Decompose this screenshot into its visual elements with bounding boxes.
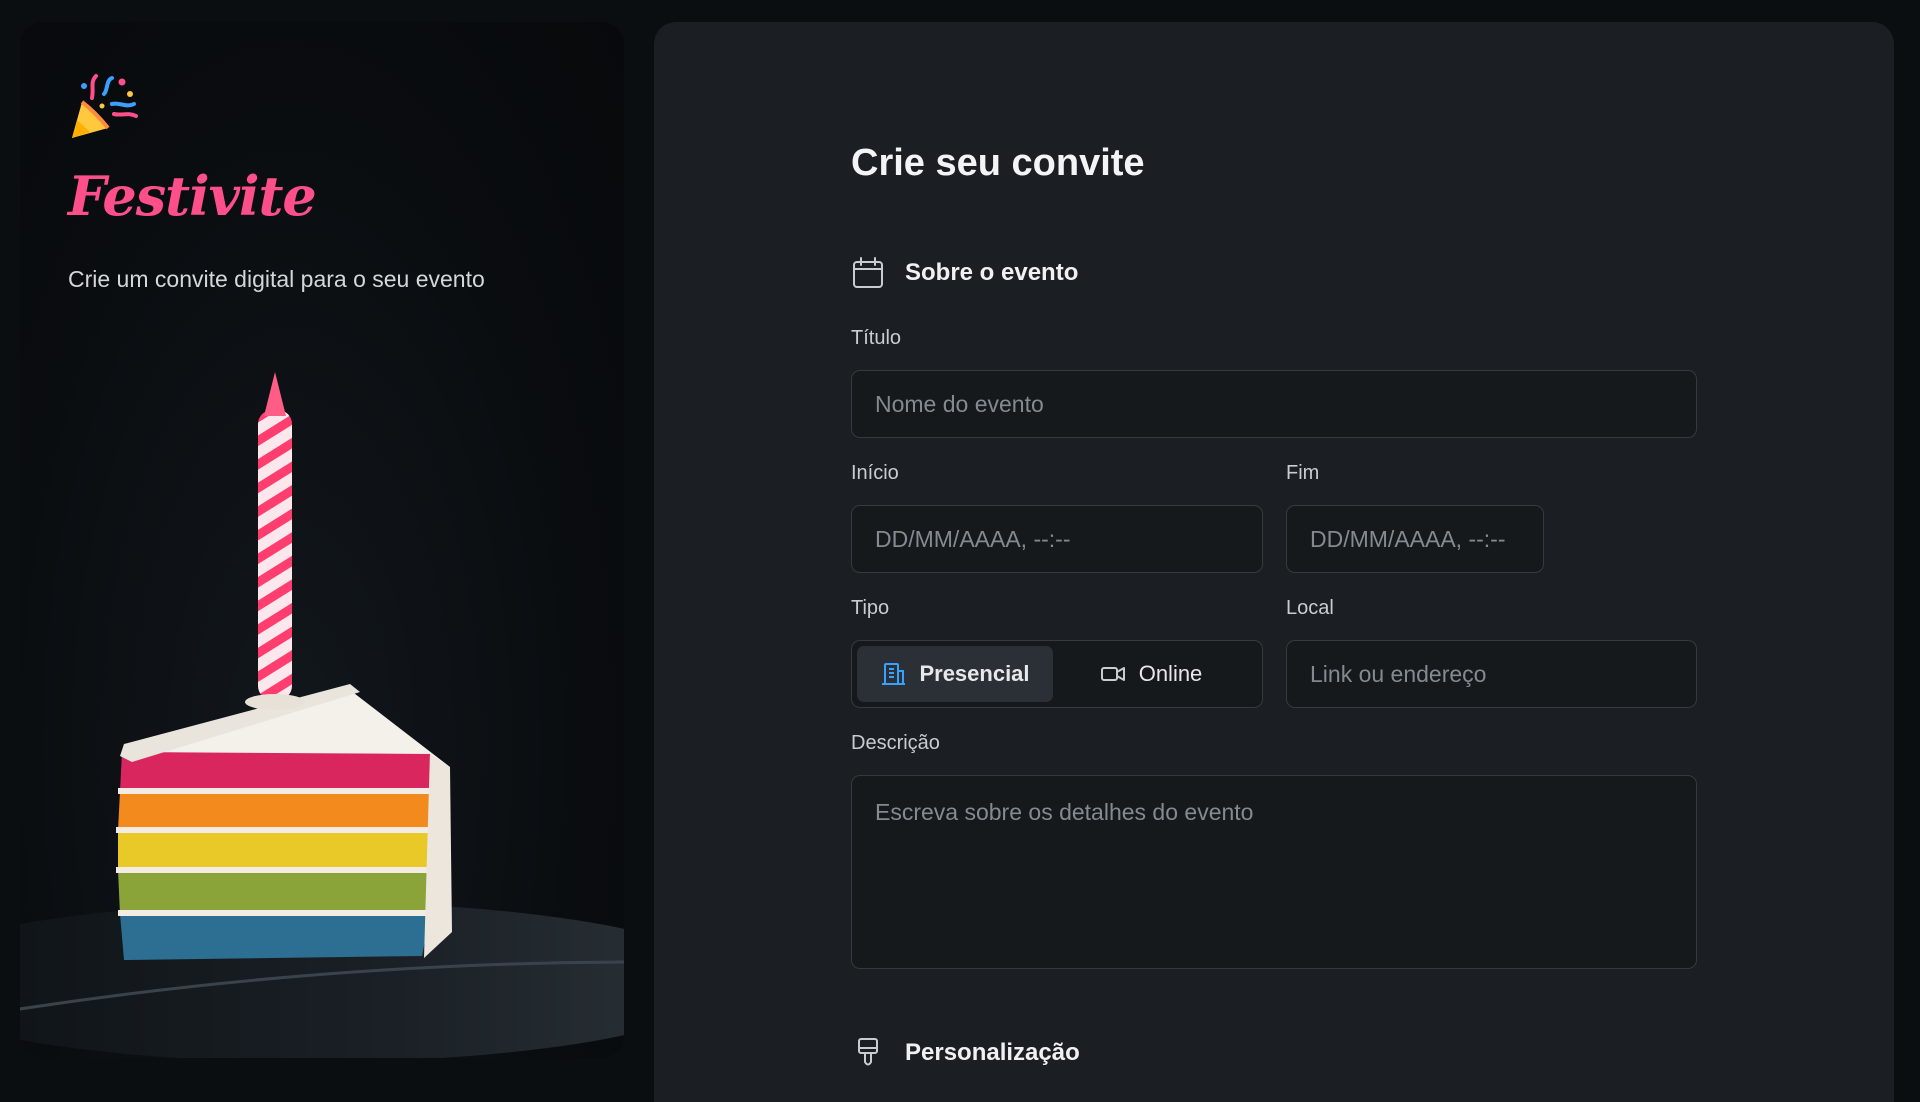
type-option-online[interactable]: Online — [1053, 646, 1249, 702]
title-input[interactable] — [851, 370, 1697, 438]
hero-panel: Festivite Crie um convite digital para o… — [20, 22, 624, 1058]
calendar-icon — [853, 257, 883, 288]
location-label: Local — [1286, 597, 1334, 619]
section-about-label: Sobre o evento — [905, 259, 1079, 286]
start-label: Início — [851, 462, 899, 484]
type-label: Tipo — [851, 597, 890, 619]
type-segmented-control: Presencial Online — [851, 640, 1263, 708]
form-panel: Crie seu convite Sobre o evento Título I… — [654, 22, 1894, 1102]
section-about: Sobre o evento — [851, 256, 1078, 290]
type-option-online-label: Online — [1138, 661, 1203, 686]
brand-tagline: Crie um convite digital para o seu event… — [68, 266, 485, 292]
page-title: Crie seu convite — [851, 142, 1145, 184]
building-icon — [882, 663, 906, 685]
end-datetime-input[interactable] — [1286, 505, 1544, 573]
title-label: Título — [851, 327, 902, 349]
type-option-presencial[interactable]: Presencial — [857, 646, 1053, 702]
description-label: Descrição — [851, 732, 940, 754]
end-label: Fim — [1286, 462, 1320, 484]
section-personalization: Personalização — [851, 1036, 1080, 1070]
party-popper-icon — [72, 74, 138, 138]
location-input[interactable] — [1286, 640, 1697, 708]
brand-name: Festivite — [68, 164, 317, 228]
description-textarea[interactable] — [851, 775, 1697, 969]
paint-brush-icon — [858, 1038, 878, 1066]
start-datetime-input[interactable] — [851, 505, 1263, 573]
type-option-presencial-label: Presencial — [919, 661, 1030, 686]
section-personalization-label: Personalização — [905, 1039, 1080, 1066]
cake-illustration — [20, 372, 624, 1058]
video-camera-icon — [1100, 667, 1125, 681]
